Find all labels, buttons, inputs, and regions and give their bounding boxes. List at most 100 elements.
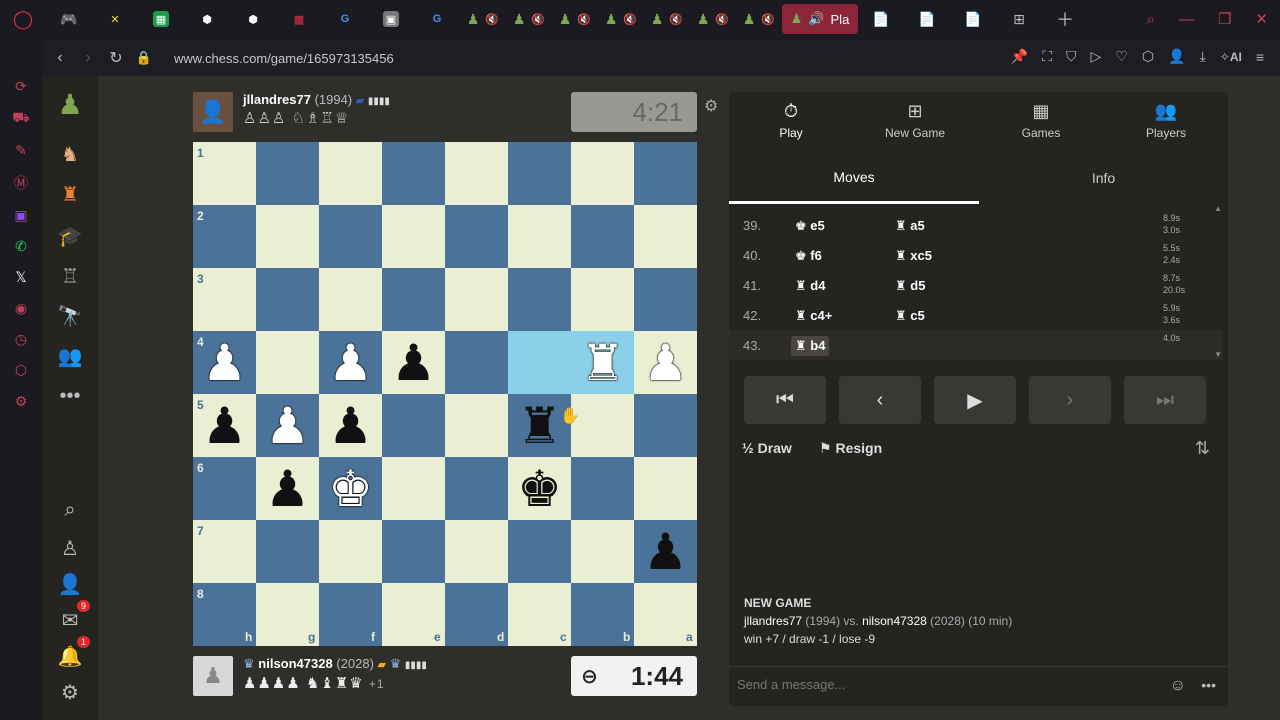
search-icon[interactable]: ⌕ [56,496,84,524]
user-avatar-icon[interactable]: ♙ [56,534,84,562]
board-square[interactable] [508,268,571,331]
board-square[interactable] [256,268,319,331]
chess-piece[interactable]: ♟ [193,331,256,394]
tab-chess-muted-icon[interactable]: ♟ 🔇 [736,0,782,38]
resign-button[interactable]: ⚑ Resign [819,440,882,457]
search-tabs-icon[interactable]: ⌕ [1147,11,1155,28]
active-tab[interactable]: ♟ 🔊 Pla [782,4,858,34]
tab-google2-icon[interactable]: G [414,0,460,38]
chess-piece[interactable]: ♟ [634,331,697,394]
board-square[interactable] [445,205,508,268]
more-options-icon[interactable]: ••• [1201,677,1216,693]
whatsapp-icon[interactable]: ✆ [15,238,27,255]
board-square[interactable] [382,457,445,520]
white-move[interactable]: ♚ e5 [791,216,829,236]
black-move[interactable]: ♜ c5 [891,306,929,326]
white-move[interactable]: ♜ b4 [791,336,830,356]
board-square[interactable] [508,520,571,583]
scroll-down-icon[interactable]: ▼ [1214,350,1222,359]
board-square[interactable] [634,142,697,205]
flip-board-icon[interactable]: ⇅ [1195,438,1210,459]
learn-icon[interactable]: ♜ [56,180,84,208]
chess-piece[interactable]: ♚ [508,457,571,520]
board-square[interactable] [319,142,382,205]
maximize-icon[interactable]: ❐ [1218,10,1231,28]
puzzles-icon[interactable]: ♞ [56,140,84,168]
top-player-name[interactable]: jllandres77 [243,92,311,107]
chess-piece[interactable]: ♟ [256,394,319,457]
tab-hex-icon[interactable]: ⬢ [184,0,230,38]
lessons-icon[interactable]: 🎓 [56,222,84,250]
snapshot-icon[interactable]: ⛶ [1042,48,1052,65]
url-field[interactable]: www.chess.com/game/165973135456 [174,51,394,66]
friends-icon[interactable]: 👤 [56,570,84,598]
board-square[interactable] [571,394,634,457]
sidebar-m-icon[interactable]: Ⓜ [14,173,28,193]
board-square[interactable] [319,205,382,268]
opera-logo-icon[interactable]: ◯ [0,0,46,38]
tab-play[interactable]: ⏱ Play [729,92,853,148]
chess-piece[interactable]: ♟ [382,331,445,394]
chesscom-logo-icon[interactable]: ♟ [56,89,84,120]
pin-icon[interactable]: 📌 [1011,48,1028,65]
sidebar-cube-icon[interactable]: ⬡ [15,362,27,379]
board-square[interactable] [382,142,445,205]
emoji-icon[interactable]: ☺ [1170,677,1186,695]
tab-chess-muted-icon[interactable]: ♟ 🔇 [506,0,552,38]
tab-chess-muted-icon[interactable]: ♟ 🔇 [460,0,506,38]
draw-button[interactable]: ½ Draw [742,440,792,456]
minimize-icon[interactable]: — [1179,11,1194,28]
sidebar-sync-icon[interactable]: ⟳ [15,78,27,95]
close-window-icon[interactable]: ✕ [1255,10,1268,28]
move-list[interactable]: 39. ♚ e5 ♜ a5 8.9s 3.0s 40. ♚ f6 ♜ xc5 5.5s 2.4s 4… [729,210,1228,360]
new-game-p1[interactable]: jllandres77 [744,614,802,628]
tab-games[interactable]: ▦ Games [979,92,1103,148]
chess-piece[interactable]: ♟ [319,394,382,457]
board-square[interactable] [445,520,508,583]
board-square[interactable] [634,457,697,520]
play-moves-button[interactable]: ▶ [934,376,1016,424]
analysis-icon[interactable]: 🔭 [56,302,84,330]
black-move[interactable]: ♜ d5 [891,276,929,296]
sidebar-pen-icon[interactable]: ✎ [15,142,27,159]
board-square[interactable] [634,205,697,268]
extensions-icon[interactable]: ⬡ [1142,48,1154,65]
black-move[interactable]: ♜ xc5 [891,246,936,266]
black-move[interactable]: ♜ a5 [891,216,929,236]
board-square[interactable] [445,457,508,520]
board-square[interactable] [256,142,319,205]
social-icon[interactable]: 👥 [56,342,84,370]
board-square[interactable] [319,268,382,331]
black-move[interactable] [891,336,899,340]
next-move-button[interactable]: › [1029,376,1111,424]
chess-piece[interactable]: ♟ [319,331,382,394]
sidebar-settings-icon[interactable]: ⚙ [15,393,28,410]
tab-chess-muted-icon[interactable]: ♟ 🔇 [552,0,598,38]
bell-icon[interactable]: 🔔 1 [56,636,90,670]
twitch-icon[interactable]: ▣ [14,207,27,224]
board-square[interactable] [571,205,634,268]
board-square[interactable] [256,331,319,394]
tab-doc-icon[interactable]: 📄 [858,0,904,38]
board-square[interactable] [256,205,319,268]
more-icon[interactable]: ••• [56,382,84,410]
tab-players[interactable]: 👥 Players [1104,92,1228,148]
previous-move-button[interactable]: ‹ [839,376,921,424]
ai-icon[interactable]: ✧AI [1220,50,1242,64]
tab-doc-icon[interactable]: 📄 [950,0,996,38]
chess-piece[interactable]: ♟ [193,394,256,457]
tab-hex2-icon[interactable]: ⬢ [230,0,276,38]
settings-gear-icon[interactable]: ⚙ [56,678,84,706]
sidebar-clock-icon[interactable]: ◷ [15,331,27,348]
board-square[interactable] [382,394,445,457]
chat-input[interactable] [737,677,1137,692]
board-square[interactable] [445,394,508,457]
tab-chess-muted-icon[interactable]: ♟ 🔇 [690,0,736,38]
play-icon[interactable]: ▷ [1091,48,1102,65]
board-square[interactable] [382,205,445,268]
tab-green-icon[interactable]: ▦ [138,0,184,38]
tab-chess-muted-icon[interactable]: ♟ 🔇 [598,0,644,38]
last-move-button[interactable]: ⏭ [1124,376,1206,424]
menu-icon[interactable]: ≡ [1256,49,1264,65]
forward-icon[interactable]: › [74,49,102,67]
